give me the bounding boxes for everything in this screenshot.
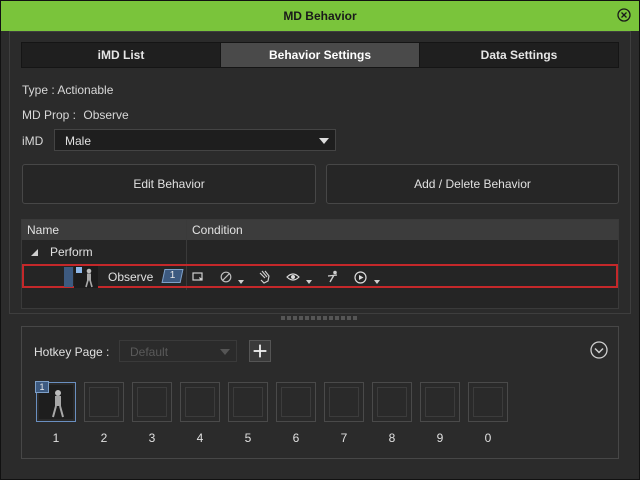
collapse-triangle-icon[interactable] bbox=[31, 249, 38, 256]
table-header: Name Condition bbox=[22, 220, 618, 240]
slot-badge: 1 bbox=[35, 381, 49, 393]
slot-number: 8 bbox=[388, 431, 396, 445]
chevron-down-icon[interactable] bbox=[306, 280, 312, 284]
group-label: Perform bbox=[50, 245, 93, 259]
tab-data-settings[interactable]: Data Settings bbox=[420, 43, 618, 67]
hotkey-slot[interactable] bbox=[180, 382, 220, 422]
hotkey-slot[interactable] bbox=[84, 382, 124, 422]
panel-splitter-handle[interactable] bbox=[281, 316, 361, 320]
hotkey-slot[interactable] bbox=[324, 382, 364, 422]
md-prop-value: Observe bbox=[83, 108, 129, 122]
add-page-button[interactable] bbox=[249, 340, 271, 362]
slot-number: 7 bbox=[340, 431, 348, 445]
imd-dropdown-value: Male bbox=[65, 134, 92, 148]
hotkey-page-dropdown[interactable]: Default bbox=[119, 340, 237, 362]
slot-number: 4 bbox=[196, 431, 204, 445]
type-label: Type : bbox=[22, 83, 55, 97]
slot-number: 5 bbox=[244, 431, 252, 445]
chevron-down-icon bbox=[220, 349, 230, 355]
slot-number: 0 bbox=[484, 431, 492, 445]
type-row: Type : Actionable bbox=[22, 83, 113, 97]
column-header-name: Name bbox=[27, 223, 60, 237]
column-header-condition: Condition bbox=[192, 223, 243, 237]
trigger-area-icon[interactable] bbox=[192, 271, 204, 283]
slot-number: 2 bbox=[100, 431, 108, 445]
row-name: Observe bbox=[108, 270, 154, 284]
slot-number: 3 bbox=[148, 431, 156, 445]
md-prop-row: MD Prop : Observe bbox=[22, 108, 129, 122]
slot-number: 1 bbox=[52, 431, 60, 445]
table-row[interactable]: Observe 1 bbox=[22, 264, 618, 288]
pose-icon[interactable] bbox=[326, 270, 339, 284]
type-value: Actionable bbox=[57, 83, 114, 97]
add-delete-behavior-button[interactable]: Add / Delete Behavior bbox=[326, 164, 619, 204]
close-icon[interactable] bbox=[617, 8, 631, 22]
behavior-table: Name Condition Perform Observe 1 bbox=[21, 219, 619, 309]
slot-number: 9 bbox=[436, 431, 444, 445]
play-icon[interactable] bbox=[354, 271, 367, 284]
hotkey-panel: Hotkey Page : Default 1 1 2 3 4 5 6 7 8 … bbox=[21, 326, 619, 459]
table-group-row[interactable]: Perform bbox=[22, 241, 618, 263]
tab-behavior-settings[interactable]: Behavior Settings bbox=[221, 43, 420, 67]
edit-behavior-button[interactable]: Edit Behavior bbox=[22, 164, 316, 204]
imd-dropdown[interactable]: Male bbox=[54, 129, 336, 151]
md-behavior-window: MD Behavior iMD List Behavior Settings D… bbox=[0, 0, 640, 480]
slot-number: 6 bbox=[292, 431, 300, 445]
tab-bar: iMD List Behavior Settings Data Settings bbox=[21, 42, 619, 68]
hotkey-slot[interactable]: 1 bbox=[35, 381, 76, 422]
hotkey-slot[interactable] bbox=[276, 382, 316, 422]
hotkey-slot[interactable] bbox=[468, 382, 508, 422]
imd-label: iMD bbox=[22, 134, 44, 148]
title-bar: MD Behavior bbox=[1, 1, 639, 31]
prohibit-icon[interactable] bbox=[220, 271, 232, 283]
md-prop-label: MD Prop : bbox=[22, 108, 77, 122]
hotkey-page-placeholder: Default bbox=[130, 345, 169, 359]
chevron-down-icon[interactable] bbox=[238, 280, 244, 284]
expand-circle-icon[interactable] bbox=[590, 341, 608, 359]
hotkey-slot[interactable] bbox=[228, 382, 268, 422]
hotkey-slot[interactable] bbox=[132, 382, 172, 422]
tab-imd-list[interactable]: iMD List bbox=[22, 43, 221, 67]
row-badge: 1 bbox=[161, 269, 184, 283]
row-badge-text: 1 bbox=[169, 270, 176, 281]
hotkey-page-label: Hotkey Page : bbox=[34, 345, 110, 359]
eye-icon[interactable] bbox=[286, 272, 300, 282]
chevron-down-icon[interactable] bbox=[374, 280, 380, 284]
chevron-down-icon bbox=[319, 138, 329, 144]
character-thumbnail-icon bbox=[74, 266, 98, 288]
hotkey-slot[interactable] bbox=[372, 382, 412, 422]
hotkey-slot[interactable] bbox=[420, 382, 460, 422]
row-color-strip bbox=[64, 267, 73, 287]
touch-hand-icon[interactable] bbox=[258, 270, 271, 284]
window-title: MD Behavior bbox=[283, 9, 357, 23]
